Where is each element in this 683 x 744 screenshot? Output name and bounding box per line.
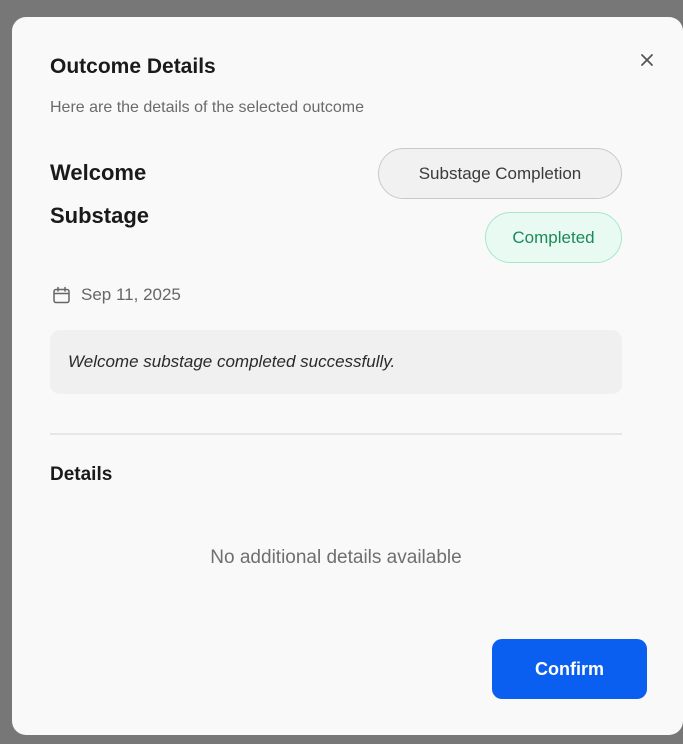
dialog-subtitle: Here are the details of the selected out… [50,99,364,116]
outcome-details-dialog: Outcome Details Here are the details of … [12,17,683,735]
section-divider [50,433,622,435]
outcome-message: Welcome substage completed successfully. [50,330,622,394]
calendar-icon [53,286,70,303]
close-icon [641,54,653,66]
close-button[interactable] [636,49,658,71]
outcome-type-badge: Substage Completion [378,148,622,199]
details-empty-state: No additional details available [210,547,462,568]
confirm-button[interactable]: Confirm [492,639,647,699]
status-badge: Completed [485,212,622,263]
outcome-date-text: Sep 11, 2025 [81,285,181,304]
details-heading: Details [50,464,113,485]
outcome-date: Sep 11, 2025 [52,285,181,305]
outcome-name: Welcome Substage [50,160,150,228]
dialog-title: Outcome Details [50,55,216,78]
